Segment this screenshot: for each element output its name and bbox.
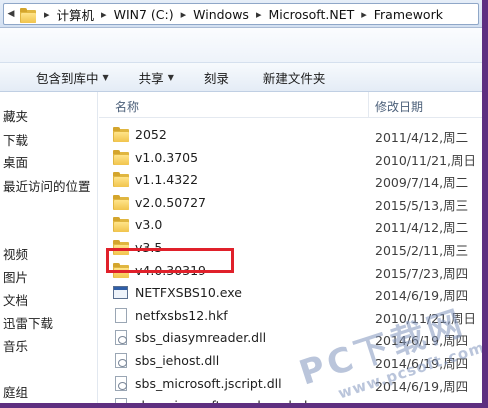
file-date: 2011/4/12,周二 — [375, 220, 469, 236]
file-date: 2014/6/19,周四 — [375, 378, 469, 394]
file-date: 2011/4/12,周二 — [375, 130, 469, 145]
dll-file-icon — [115, 398, 127, 403]
address-bar-area: ◀ ▸ 计算机 ▸ WIN7 (C:) ▸ Windows ▸ Microsof… — [0, 0, 482, 28]
include-in-library-button[interactable]: 包含到库中 ▼ — [32, 65, 113, 89]
file-date: 2009/7/14,周二 — [375, 175, 469, 191]
share-button[interactable]: 共享 ▼ — [135, 65, 178, 89]
burn-label: 刻录 — [203, 70, 229, 86]
blank-strip — [0, 28, 482, 62]
file-row[interactable]: sbs_microsoft.jscript.dll 2014/6/19,周四 — [99, 373, 482, 395]
caret-down-icon: ▼ — [102, 72, 109, 82]
chevron-right-icon[interactable]: ▸ — [39, 8, 55, 21]
file-name: netfxsbs12.hkf — [135, 307, 228, 323]
file-row[interactable]: sbs_iehost.dll 2014/6/19,周四 — [99, 350, 482, 372]
file-row[interactable]: v3.0 2011/4/12,周二 — [99, 214, 482, 236]
file-date: 2010/11/21,周日 — [375, 152, 477, 168]
application-icon — [113, 286, 128, 300]
chevron-left-icon[interactable]: ◀ — [4, 9, 18, 19]
column-header-date[interactable]: 修改日期 — [375, 98, 423, 115]
file-row[interactable]: sbs_microsoft.vsa.vb.codedomproce...2014… — [99, 395, 482, 403]
file-name: 2052 — [135, 127, 167, 142]
file-row[interactable]: 2052 2011/4/12,周二 — [99, 124, 482, 146]
file-date: 2010/11/21,周日 — [375, 310, 477, 326]
breadcrumb-framework[interactable]: Framework — [372, 7, 445, 22]
sidebar-item-music[interactable]: 音乐 — [3, 336, 28, 355]
dll-file-icon — [115, 353, 127, 368]
chevron-right-icon[interactable]: ▸ — [176, 8, 192, 21]
share-label: 共享 — [138, 70, 164, 86]
explorer-window: ◀ ▸ 计算机 ▸ WIN7 (C:) ▸ Windows ▸ Microsof… — [0, 0, 482, 403]
dll-file-icon — [115, 330, 127, 346]
chevron-right-icon[interactable]: ▸ — [356, 8, 372, 21]
breadcrumb-drive[interactable]: WIN7 (C:) — [112, 7, 176, 22]
file-name: sbs_diasymreader.dll — [135, 330, 267, 346]
file-date: 2014/6/19,周四 — [375, 333, 469, 349]
breadcrumb-windows[interactable]: Windows — [191, 7, 251, 22]
new-folder-label: 新建文件夹 — [262, 70, 326, 86]
navigation-pane: 藏夹 下载 桌面 最近访问的位置 视频 图片 文档 迅雷下载 音乐 庭组 — [0, 92, 98, 403]
column-header: 名称 修改日期 — [99, 92, 482, 118]
caret-down-icon: ▼ — [167, 72, 174, 82]
file-row[interactable]: v1.0.3705 2010/11/21,周日 — [99, 147, 482, 169]
file-row[interactable]: sbs_diasymreader.dll 2014/6/19,周四 — [99, 327, 482, 349]
file-name: v1.1.4322 — [135, 172, 199, 188]
file-date: 2014/6/19,周四 — [375, 356, 469, 371]
sidebar-item-downloads[interactable]: 下载 — [3, 130, 28, 149]
sidebar-item-homegroup[interactable]: 庭组 — [3, 382, 28, 401]
file-name: sbs_microsoft.vsa.vb.codedomproce... — [135, 398, 374, 403]
file-date: 2015/7/23,周四 — [375, 265, 469, 281]
burn-button[interactable]: 刻录 — [200, 65, 233, 89]
file-name: v1.0.3705 — [135, 149, 199, 165]
file-icon — [115, 307, 127, 323]
file-date: 2015/2/11,周三 — [375, 243, 469, 258]
column-header-name[interactable]: 名称 — [115, 98, 139, 115]
file-date: 2015/5/13,周三 — [375, 197, 469, 213]
chevron-right-icon[interactable]: ▸ — [251, 8, 267, 21]
file-name: sbs_microsoft.jscript.dll — [135, 375, 282, 391]
file-name: sbs_iehost.dll — [135, 353, 220, 368]
file-name: NETFXSBS10.exe — [135, 285, 242, 301]
file-row[interactable]: NETFXSBS10.exe 2014/6/19,周四 — [99, 282, 482, 304]
sidebar-item-pictures[interactable]: 图片 — [3, 267, 28, 286]
sidebar-item-documents[interactable]: 文档 — [3, 290, 28, 309]
folder-icon — [20, 7, 36, 23]
include-in-library-label: 包含到库中 — [36, 70, 99, 86]
highlight-annotation — [106, 248, 234, 273]
breadcrumb-computer[interactable]: 计算机 — [55, 5, 97, 24]
sidebar-item-videos[interactable]: 视频 — [3, 244, 28, 263]
new-folder-button[interactable]: 新建文件夹 — [259, 65, 330, 89]
breadcrumb-microsoft-net[interactable]: Microsoft.NET — [266, 7, 356, 22]
sidebar-item-desktop[interactable]: 桌面 — [3, 152, 28, 171]
chevron-right-icon[interactable]: ▸ — [96, 8, 112, 21]
file-name: v3.0 — [135, 217, 163, 233]
file-name: v2.0.50727 — [135, 194, 207, 210]
file-date: 2014/6/19,周四 — [375, 398, 468, 403]
sidebar-item-thunder-downloads[interactable]: 迅雷下载 — [3, 313, 53, 332]
sidebar-item-recent[interactable]: 最近访问的位置 — [3, 176, 91, 195]
dll-file-icon — [115, 375, 127, 391]
column-divider[interactable] — [368, 92, 369, 118]
address-bar[interactable]: ◀ ▸ 计算机 ▸ WIN7 (C:) ▸ Windows ▸ Microsof… — [3, 3, 479, 25]
file-row[interactable]: v2.0.50727 2015/5/13,周三 — [99, 192, 482, 214]
file-date: 2014/6/19,周四 — [375, 288, 469, 304]
file-row[interactable]: netfxsbs12.hkf 2010/11/21,周日 — [99, 305, 482, 327]
toolbar: 包含到库中 ▼ 共享 ▼ 刻录 新建文件夹 — [0, 62, 482, 92]
file-row[interactable]: v1.1.4322 2009/7/14,周二 — [99, 169, 482, 191]
sidebar-item-favorites[interactable]: 藏夹 — [3, 106, 28, 125]
